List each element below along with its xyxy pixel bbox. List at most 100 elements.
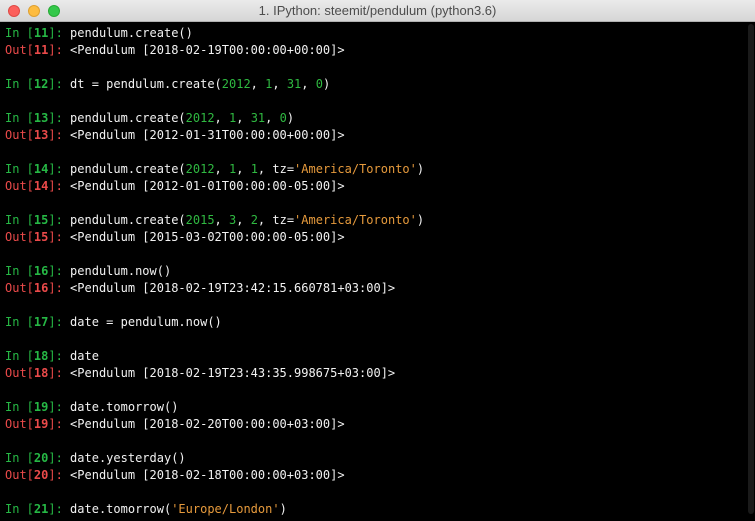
out-prompt: Out[15]: [5, 230, 70, 244]
code-text: ) [416, 213, 425, 227]
code-text: date.yesterday() [70, 451, 186, 465]
output-line: Out[15]: <Pendulum [2015-03-02T00:00:00-… [5, 229, 747, 246]
code-string: 'America/Toronto' [294, 213, 417, 227]
in-prompt: In [12]: [5, 77, 70, 91]
prompt-label: Out[ [5, 230, 34, 244]
prompt-suffix: ]: [48, 26, 71, 40]
input-line[interactable]: In [16]: pendulum.now() [5, 263, 747, 280]
prompt-label: In [ [5, 349, 34, 363]
code-text: ) [286, 111, 295, 125]
prompt-number: 15 [33, 230, 49, 244]
code-text: , [214, 162, 229, 176]
title-bar: 1. IPython: steemit/pendulum (python3.6) [0, 0, 755, 22]
prompt-number: 13 [33, 128, 49, 142]
out-prompt: Out[19]: [5, 417, 70, 431]
output-value: <Pendulum [2015-03-02T00:00:00-05:00]> [70, 230, 345, 244]
code-text: , [272, 77, 287, 91]
out-prompt: Out[14]: [5, 179, 70, 193]
prompt-number: 17 [33, 315, 49, 329]
prompt-label: In [ [5, 77, 34, 91]
code-text: pendulum.now() [70, 264, 172, 278]
code-number: 2012 [221, 77, 251, 91]
input-line[interactable]: In [17]: date = pendulum.now() [5, 314, 747, 331]
code-text: , [236, 213, 251, 227]
in-prompt: In [18]: [5, 349, 70, 363]
in-prompt: In [16]: [5, 264, 70, 278]
in-prompt: In [15]: [5, 213, 70, 227]
input-line[interactable]: In [18]: date [5, 348, 747, 365]
in-prompt: In [11]: [5, 26, 70, 40]
prompt-number: 16 [33, 281, 49, 295]
input-line[interactable]: In [20]: date.yesterday() [5, 450, 747, 467]
terminal-output[interactable]: In [11]: pendulum.create() Out[11]: <Pend… [5, 25, 747, 521]
input-line[interactable]: In [15]: pendulum.create(2015, 3, 2, tz=… [5, 212, 747, 229]
input-line[interactable]: In [19]: date.tomorrow() [5, 399, 747, 416]
out-prompt: Out[20]: [5, 468, 70, 482]
terminal-window: 1. IPython: steemit/pendulum (python3.6)… [0, 0, 755, 521]
code-text: , tz= [257, 213, 295, 227]
prompt-number: 20 [33, 451, 49, 465]
prompt-number: 15 [33, 213, 49, 227]
prompt-suffix: ]: [48, 315, 71, 329]
code-number: 2012 [185, 162, 215, 176]
prompt-label: In [ [5, 26, 34, 40]
output-line: Out[16]: <Pendulum [2018-02-19T23:42:15.… [5, 280, 747, 297]
output-value: <Pendulum [2018-02-19T23:42:15.660781+03… [70, 281, 396, 295]
code-text: , [214, 213, 229, 227]
prompt-label: In [ [5, 451, 34, 465]
input-line[interactable]: In [21]: date.tomorrow('Europe/London') [5, 501, 747, 518]
output-line: Out[20]: <Pendulum [2018-02-18T00:00:00+… [5, 467, 747, 484]
code-string: 'Europe/London' [171, 502, 280, 516]
code-text: ) [416, 162, 425, 176]
prompt-suffix: ]: [48, 213, 71, 227]
out-prompt: Out[18]: [5, 366, 70, 380]
output-line: Out[13]: <Pendulum [2012-01-31T00:00:00+… [5, 127, 747, 144]
output-value: <Pendulum [2018-02-19T00:00:00+00:00]> [70, 43, 345, 57]
prompt-number: 16 [33, 264, 49, 278]
prompt-number: 18 [33, 366, 49, 380]
terminal-scrollbar[interactable] [748, 24, 754, 514]
prompt-label: Out[ [5, 366, 34, 380]
prompt-number: 19 [33, 417, 49, 431]
prompt-suffix: ]: [48, 230, 71, 244]
code-number: 0 [315, 77, 323, 91]
prompt-number: 14 [33, 162, 49, 176]
code-text: , [301, 77, 316, 91]
in-prompt: In [14]: [5, 162, 70, 176]
output-line: Out[11]: <Pendulum [2018-02-19T00:00:00+… [5, 42, 747, 59]
code-number: 0 [279, 111, 287, 125]
prompt-suffix: ]: [48, 128, 71, 142]
code-text: date.tomorrow() [70, 400, 179, 414]
prompt-label: Out[ [5, 43, 34, 57]
out-prompt: Out[13]: [5, 128, 70, 142]
code-text: , tz= [257, 162, 295, 176]
code-text: , [250, 77, 266, 91]
code-text: date [70, 349, 99, 363]
prompt-number: 12 [33, 77, 49, 91]
code-number: 31 [286, 77, 302, 91]
prompt-label: Out[ [5, 128, 34, 142]
prompt-number: 11 [33, 43, 49, 57]
prompt-suffix: ]: [48, 468, 71, 482]
input-line[interactable]: In [13]: pendulum.create(2012, 1, 31, 0) [5, 110, 747, 127]
code-text: dt = pendulum.create( [70, 77, 222, 91]
prompt-suffix: ]: [48, 417, 71, 431]
output-line: Out[18]: <Pendulum [2018-02-19T23:43:35.… [5, 365, 747, 382]
out-prompt: Out[16]: [5, 281, 70, 295]
in-prompt: In [20]: [5, 451, 70, 465]
prompt-label: In [ [5, 213, 34, 227]
input-line[interactable]: In [12]: dt = pendulum.create(2012, 1, 3… [5, 76, 747, 93]
input-line[interactable]: In [11]: pendulum.create() [5, 25, 747, 42]
output-value: <Pendulum [2018-02-18T00:00:00+03:00]> [70, 468, 345, 482]
prompt-suffix: ]: [48, 451, 71, 465]
input-line[interactable]: In [14]: pendulum.create(2012, 1, 1, tz=… [5, 161, 747, 178]
code-text: pendulum.create() [70, 26, 193, 40]
